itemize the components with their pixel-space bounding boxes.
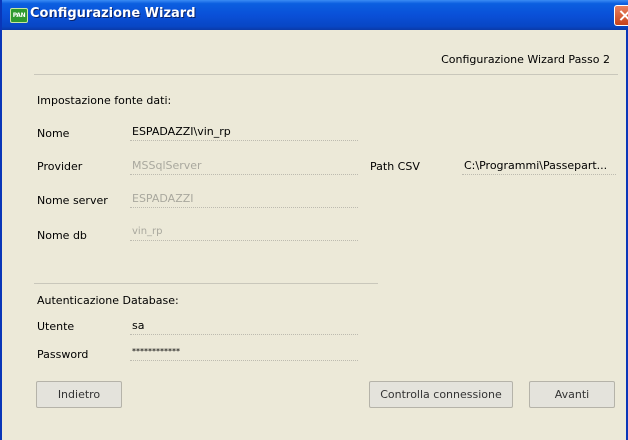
back-button[interactable]: Indietro — [36, 381, 122, 408]
path-csv-field[interactable]: C:\Programmi\Passepart... — [462, 157, 616, 175]
next-button[interactable]: Avanti — [529, 381, 615, 408]
window-title: Configurazione Wizard — [30, 6, 196, 21]
utente-label: Utente — [37, 320, 75, 333]
nome-field[interactable]: ESPADAZZI\vin_rp — [130, 123, 358, 141]
password-field[interactable]: ************ — [130, 343, 358, 361]
header-divider — [34, 74, 618, 75]
path-csv-label: Path CSV — [370, 160, 420, 173]
utente-field[interactable]: sa — [130, 317, 358, 335]
nome-server-label: Nome server — [37, 194, 108, 207]
provider-label: Provider — [37, 160, 83, 173]
nome-db-field: vin_rp — [130, 223, 358, 241]
check-connection-button[interactable]: Controlla connessione — [369, 381, 513, 408]
nome-server-field: ESPADAZZI — [130, 190, 358, 208]
step-label: Configurazione Wizard Passo 2 — [441, 53, 610, 66]
provider-field: MSSqlServer — [130, 157, 358, 175]
app-icon: PAN — [10, 8, 28, 23]
section-divider — [34, 283, 378, 284]
wizard-window: PAN Configurazione Wizard Configurazione… — [0, 0, 628, 440]
auth-section-title: Autenticazione Database: — [37, 294, 179, 307]
title-bar[interactable]: PAN Configurazione Wizard — [2, 0, 628, 30]
close-icon[interactable] — [614, 5, 628, 26]
password-label: Password — [37, 348, 89, 361]
nome-db-label: Nome db — [37, 229, 87, 242]
datasource-section-title: Impostazione fonte dati: — [37, 94, 172, 107]
nome-label: Nome — [37, 127, 70, 140]
